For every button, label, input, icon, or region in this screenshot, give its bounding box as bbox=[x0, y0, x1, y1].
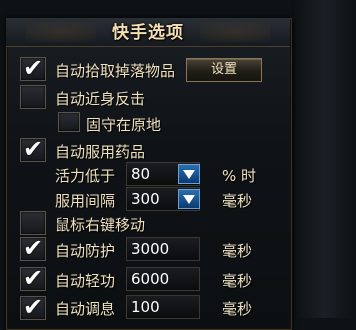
interval-dropdown-button[interactable] bbox=[178, 189, 200, 209]
chevron-down-icon bbox=[183, 195, 195, 204]
hold-position-checkbox[interactable] bbox=[58, 112, 80, 132]
auto-qinggong-checkbox[interactable]: ✔ bbox=[20, 264, 46, 292]
right-click-move-checkbox[interactable] bbox=[20, 211, 46, 235]
auto-pickup-checkbox[interactable]: ✔ bbox=[20, 54, 46, 82]
auto-breath-input[interactable]: 100 bbox=[126, 295, 200, 319]
auto-qinggong-label: 自动轻功 bbox=[55, 272, 116, 290]
auto-breath-unit: 毫秒 bbox=[222, 300, 253, 318]
vitality-below-label: 活力低于 bbox=[55, 167, 116, 185]
auto-pickup-label: 自动拾取掉落物品 bbox=[55, 62, 176, 80]
auto-approach-label: 自动近身反击 bbox=[55, 90, 146, 108]
use-interval-label: 服用间隔 bbox=[55, 192, 116, 210]
checkmark-icon: ✔ bbox=[23, 264, 44, 292]
checkmark-icon: ✔ bbox=[23, 234, 44, 262]
checkmark-icon: ✔ bbox=[23, 293, 44, 321]
auto-approach-checkbox[interactable] bbox=[20, 85, 46, 109]
vitality-threshold-value: 80 bbox=[131, 165, 151, 183]
use-interval-unit: 毫秒 bbox=[222, 192, 253, 210]
vitality-dropdown-button[interactable] bbox=[178, 164, 200, 184]
window-title: 快手选项 bbox=[112, 23, 184, 43]
hold-position-label: 固守在原地 bbox=[86, 116, 162, 134]
auto-potion-checkbox[interactable]: ✔ bbox=[20, 135, 46, 163]
auto-breath-value: 100 bbox=[131, 298, 160, 316]
auto-qinggong-input[interactable]: 6000 bbox=[126, 267, 200, 291]
auto-defense-unit: 毫秒 bbox=[222, 242, 253, 260]
auto-defense-input[interactable]: 3000 bbox=[126, 237, 200, 261]
vitality-unit: % 时 bbox=[222, 167, 257, 185]
pickup-settings-button[interactable]: 设置 bbox=[186, 58, 262, 82]
auto-defense-value: 3000 bbox=[131, 240, 170, 258]
chevron-down-icon bbox=[183, 170, 195, 179]
auto-breath-label: 自动调息 bbox=[55, 300, 116, 318]
auto-qinggong-value: 6000 bbox=[131, 270, 170, 288]
auto-defense-label: 自动防护 bbox=[55, 242, 116, 260]
auto-qinggong-unit: 毫秒 bbox=[222, 272, 253, 290]
checkmark-icon: ✔ bbox=[23, 54, 44, 82]
right-side-background bbox=[292, 0, 356, 318]
auto-defense-checkbox[interactable]: ✔ bbox=[20, 234, 46, 262]
use-interval-value: 300 bbox=[131, 190, 160, 208]
auto-potion-label: 自动服用药品 bbox=[55, 143, 146, 161]
checkmark-icon: ✔ bbox=[23, 135, 44, 163]
right-click-move-label: 鼠标右键移动 bbox=[55, 216, 146, 234]
auto-breath-checkbox[interactable]: ✔ bbox=[20, 293, 46, 321]
